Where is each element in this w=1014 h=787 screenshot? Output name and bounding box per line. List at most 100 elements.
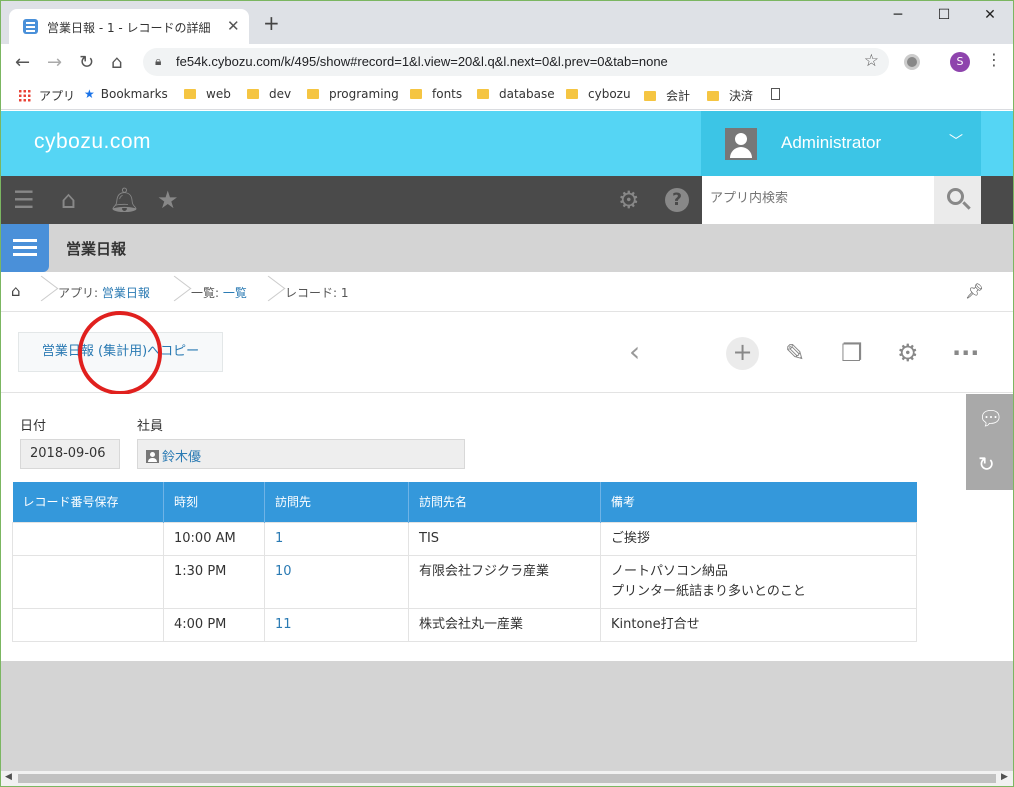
document-icon bbox=[771, 88, 780, 100]
bookmark-accounting[interactable]: 会計 bbox=[644, 87, 690, 104]
browser-window: 営業日報 - 1 - レコードの詳細 ✕ + ─ ☐ ✕ ← → ↻ ⌂ 🔒︎ … bbox=[0, 0, 1014, 787]
employee-label: 社員 bbox=[137, 419, 164, 434]
back-icon[interactable]: ← bbox=[15, 52, 30, 73]
bookmark-web[interactable]: web bbox=[184, 87, 231, 101]
user-name: Administrator bbox=[781, 133, 882, 152]
column-header-time: 時刻 bbox=[163, 482, 265, 522]
cell-record-no bbox=[12, 607, 164, 642]
employee-link[interactable]: 鈴木優 bbox=[162, 450, 201, 465]
reload-icon[interactable]: ↻ bbox=[79, 52, 94, 73]
scrollbar-thumb[interactable] bbox=[18, 774, 996, 783]
app-favicon-icon bbox=[23, 19, 38, 34]
new-tab-button[interactable]: + bbox=[263, 11, 280, 35]
apps-grid-icon bbox=[18, 89, 31, 102]
record-detail: 日付 2018-09-06 社員 鈴木優 レコード番号保存 時刻 訪問先 訪問先… bbox=[1, 394, 1013, 661]
tab-title: 営業日報 - 1 - レコードの詳細 bbox=[47, 21, 211, 35]
url-text[interactable]: fe54k.cybozu.com/k/495/show#record=1&l.v… bbox=[176, 54, 668, 69]
cell-visit-name: 株式会社丸一産業 bbox=[408, 607, 601, 642]
lock-icon[interactable]: 🔒︎ bbox=[155, 54, 161, 69]
home-icon[interactable]: ⌂ bbox=[111, 52, 122, 73]
breadcrumb-separator bbox=[31, 272, 43, 312]
bookmark-fonts[interactable]: fonts bbox=[410, 87, 462, 101]
settings-gear-icon[interactable]: ⚙ bbox=[618, 186, 640, 214]
comment-bubble-icon[interactable]: 💬︎ bbox=[978, 406, 1003, 430]
maximize-icon[interactable]: ☐ bbox=[921, 7, 967, 23]
search-button[interactable] bbox=[934, 176, 981, 224]
browser-menu-icon[interactable]: ⋮ bbox=[986, 50, 1002, 69]
folder-icon bbox=[410, 89, 422, 99]
browser-tab[interactable]: 営業日報 - 1 - レコードの詳細 ✕ bbox=[9, 9, 249, 44]
cell-note: Kintone打合せ bbox=[600, 607, 917, 642]
favorites-star-icon[interactable]: ★ bbox=[157, 186, 179, 214]
bookmark-apps[interactable]: アプリ bbox=[18, 87, 75, 104]
column-header-record-no: レコード番号保存 bbox=[12, 482, 164, 522]
date-label: 日付 bbox=[20, 419, 47, 434]
cybozu-logo[interactable]: cybozu.com bbox=[34, 130, 151, 154]
help-icon[interactable]: ? bbox=[665, 188, 689, 212]
bookmark-dev[interactable]: dev bbox=[247, 87, 291, 101]
page-footer bbox=[1, 661, 1013, 771]
app-list-icon[interactable] bbox=[1, 224, 49, 272]
notification-bell-icon[interactable]: 🔔︎ bbox=[109, 186, 139, 214]
folder-icon bbox=[644, 91, 656, 101]
profile-avatar[interactable]: S bbox=[950, 52, 970, 72]
portal-home-icon[interactable]: ⌂ bbox=[61, 186, 76, 214]
horizontal-scrollbar[interactable]: ◀ ▶ bbox=[1, 771, 1013, 786]
cell-visit-link[interactable]: 1 bbox=[264, 521, 409, 556]
date-value: 2018-09-06 bbox=[20, 439, 120, 469]
bookmark-database[interactable]: database bbox=[477, 87, 555, 101]
scroll-left-icon[interactable]: ◀ bbox=[5, 772, 12, 782]
bookmark-page[interactable] bbox=[771, 87, 780, 101]
folder-icon bbox=[307, 89, 319, 99]
app-title: 営業日報 bbox=[66, 240, 127, 258]
breadcrumb-separator bbox=[258, 272, 270, 312]
user-menu[interactable]: Administrator ﹀ bbox=[701, 111, 981, 176]
bookmark-programing[interactable]: programing bbox=[307, 87, 399, 101]
breadcrumb-list[interactable]: 一覧: 一覧 bbox=[191, 284, 247, 301]
more-options-icon[interactable]: ··· bbox=[952, 339, 979, 367]
edit-pencil-icon[interactable]: ✎ bbox=[785, 339, 805, 367]
cell-time: 10:00 AM bbox=[163, 521, 265, 556]
table-row: 4:00 PM 11 株式会社丸一産業 Kintone打合せ bbox=[12, 607, 917, 642]
history-icon[interactable]: ↻ bbox=[978, 452, 995, 476]
folder-icon bbox=[707, 91, 719, 101]
cell-record-no bbox=[12, 521, 164, 556]
close-window-icon[interactable]: ✕ bbox=[967, 7, 1013, 23]
hamburger-menu-icon[interactable]: ☰ bbox=[13, 186, 35, 214]
breadcrumb-app[interactable]: アプリ: 営業日報 bbox=[58, 284, 150, 301]
forward-icon[interactable]: → bbox=[47, 52, 62, 73]
side-panel: 💬︎ ↻ bbox=[966, 394, 1013, 490]
column-header-visit: 訪問先 bbox=[264, 482, 409, 522]
table-row: 1:30 PM 10 有限会社フジクラ産業 ノートパソコン納品 プリンター紙詰まり… bbox=[12, 554, 917, 609]
app-search-input[interactable] bbox=[710, 191, 920, 206]
add-record-button[interactable]: + bbox=[726, 337, 759, 370]
visit-subtable: レコード番号保存 時刻 訪問先 訪問先名 備考 10:00 AM 1 TIS ご… bbox=[12, 482, 917, 642]
app-settings-gear-icon[interactable]: ⚙ bbox=[897, 339, 919, 367]
bookmark-star-icon[interactable]: ☆ bbox=[864, 51, 879, 71]
app-title-bar: 営業日報 bbox=[1, 224, 1013, 272]
cell-note: ご挨拶 bbox=[600, 521, 917, 556]
app-search-box bbox=[702, 176, 934, 224]
tab-strip: 営業日報 - 1 - レコードの詳細 ✕ + ─ ☐ ✕ bbox=[1, 1, 1013, 44]
star-icon: ★ bbox=[84, 87, 95, 101]
minimize-icon[interactable]: ─ bbox=[875, 7, 921, 23]
employee-field: 鈴木優 bbox=[137, 439, 465, 469]
pin-icon[interactable]: 📌︎ bbox=[965, 282, 984, 300]
chevron-down-icon: ﹀ bbox=[949, 134, 963, 150]
bookmark-cybozu[interactable]: cybozu bbox=[566, 87, 631, 101]
address-row: ← → ↻ ⌂ 🔒︎ fe54k.cybozu.com/k/495/show#r… bbox=[1, 44, 1013, 80]
scroll-right-icon[interactable]: ▶ bbox=[1001, 772, 1008, 782]
previous-record-icon[interactable]: ‹ bbox=[629, 335, 640, 368]
cell-visit-link[interactable]: 11 bbox=[264, 607, 409, 642]
duplicate-record-icon[interactable]: ❐ bbox=[841, 339, 863, 367]
cell-visit-link[interactable]: 10 bbox=[264, 554, 409, 609]
bookmark-bookmarks[interactable]: ★ Bookmarks bbox=[84, 87, 168, 101]
breadcrumb-home-icon[interactable]: ⌂ bbox=[11, 282, 21, 300]
address-bar[interactable]: 🔒︎ fe54k.cybozu.com/k/495/show#record=1&… bbox=[143, 48, 889, 76]
bookmark-payment[interactable]: 決済 bbox=[707, 87, 753, 104]
column-header-note: 備考 bbox=[600, 482, 917, 522]
folder-icon bbox=[184, 89, 196, 99]
close-tab-icon[interactable]: ✕ bbox=[227, 17, 240, 35]
extension-icon[interactable] bbox=[904, 54, 920, 70]
cell-visit-name: 有限会社フジクラ産業 bbox=[408, 554, 601, 609]
